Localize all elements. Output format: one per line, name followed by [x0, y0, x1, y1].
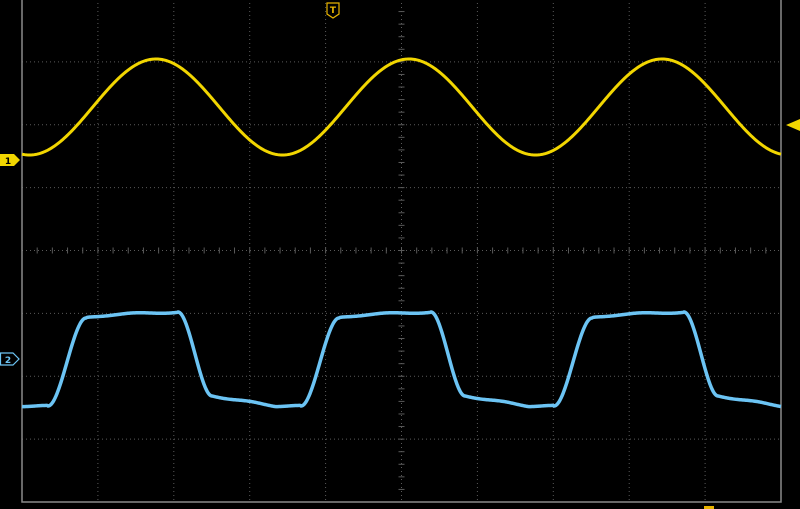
channel-1-label: 1	[5, 157, 11, 167]
trigger-position-label: T	[330, 6, 337, 16]
channel-2-label: 2	[5, 356, 11, 366]
trigger-position-marker[interactable]: T	[326, 2, 340, 19]
trigger-level-marker[interactable]	[786, 119, 800, 131]
trigger-level-arrow-icon	[786, 119, 800, 131]
channel-1-marker[interactable]: 1	[0, 154, 20, 167]
waveform-display: T 1 2	[0, 0, 800, 509]
oscilloscope-screen: T 1 2	[0, 0, 800, 509]
channel-2-marker[interactable]: 2	[0, 352, 20, 366]
